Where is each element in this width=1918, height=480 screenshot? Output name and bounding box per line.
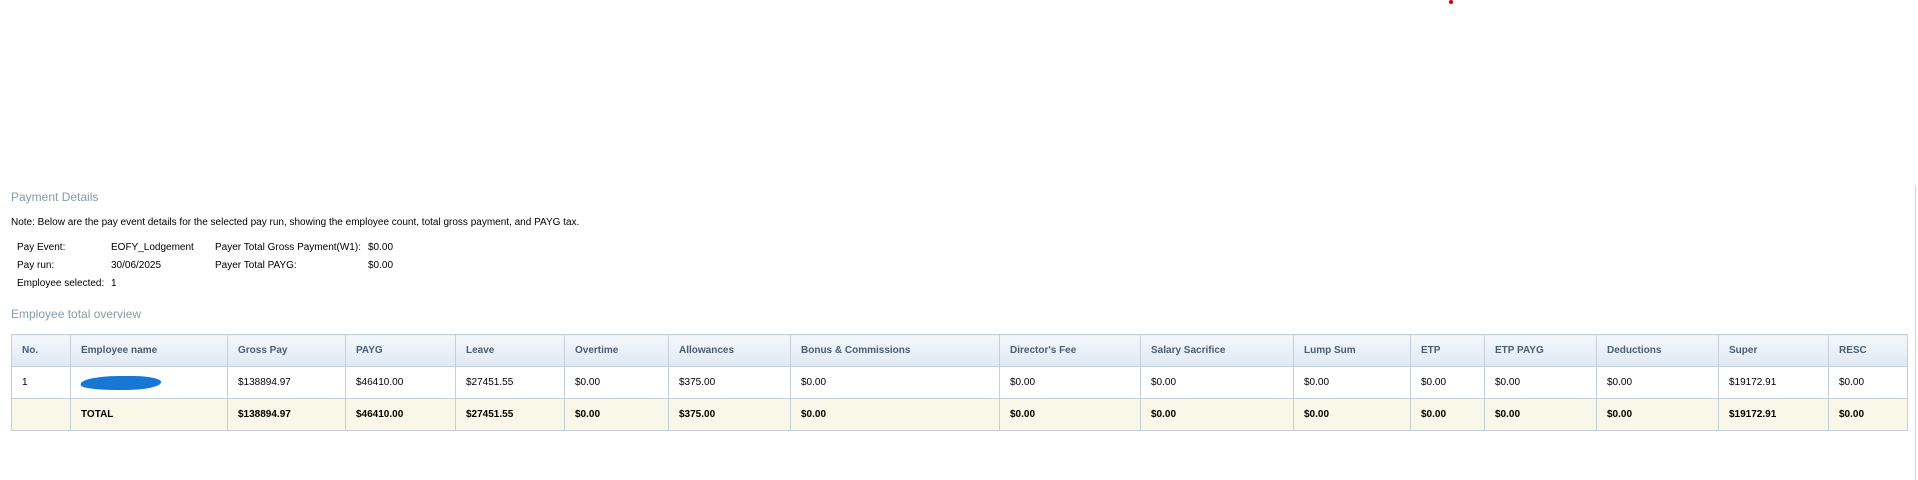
cell-payg: $46410.00 <box>345 366 456 399</box>
total-cell-etp-payg: $0.00 <box>1484 398 1597 431</box>
total-cell-payg: $46410.00 <box>345 398 456 431</box>
column-header-overtime[interactable]: Overtime <box>564 334 669 367</box>
employee-selected-label: Employee selected: <box>17 278 105 289</box>
column-header-payg[interactable]: PAYG <box>345 334 456 367</box>
cell-deductions: $0.00 <box>1596 366 1719 399</box>
total-cell-leave: $27451.55 <box>455 398 565 431</box>
employee-selected-value: 1 <box>111 278 117 289</box>
column-header-bonus-commissions[interactable]: Bonus & Commissions <box>790 334 1000 367</box>
cell-directors-fee: $0.00 <box>999 366 1141 399</box>
total-cell-etp: $0.00 <box>1410 398 1485 431</box>
column-header-deductions[interactable]: Deductions <box>1596 334 1719 367</box>
column-header-salary-sacrifice[interactable]: Salary Sacrifice <box>1140 334 1294 367</box>
total-row: TOTAL $138894.97 $46410.00 $27451.55 $0.… <box>11 398 1908 431</box>
total-cell-bonus-commissions: $0.00 <box>790 398 1000 431</box>
cell-bonus-commissions: $0.00 <box>790 366 1000 399</box>
pay-event-value: EOFY_Lodgement <box>111 242 194 253</box>
column-header-super[interactable]: Super <box>1718 334 1829 367</box>
cell-overtime: $0.00 <box>564 366 669 399</box>
total-cell-no <box>11 398 71 431</box>
total-gross-value: $0.00 <box>368 242 394 253</box>
total-cell-allowances: $375.00 <box>668 398 791 431</box>
total-payg-value: $0.00 <box>368 260 394 271</box>
cell-employee-name[interactable] <box>70 366 228 399</box>
column-header-resc[interactable]: RESC <box>1828 334 1908 367</box>
pay-run-label: Pay run: <box>17 260 55 271</box>
table-header-row: No. Employee name Gross Pay PAYG Leave O… <box>11 334 1908 367</box>
pay-run-value: 30/06/2025 <box>111 260 162 271</box>
column-header-etp[interactable]: ETP <box>1410 334 1485 367</box>
cell-lump-sum: $0.00 <box>1293 366 1411 399</box>
pay-event-label: Pay Event: <box>17 242 66 253</box>
cell-no: 1 <box>11 366 71 399</box>
column-header-lump-sum[interactable]: Lump Sum <box>1293 334 1411 367</box>
total-cell-deductions: $0.00 <box>1596 398 1719 431</box>
cell-etp-payg: $0.00 <box>1484 366 1597 399</box>
column-header-no[interactable]: No. <box>11 334 71 367</box>
total-cell-resc: $0.00 <box>1828 398 1908 431</box>
total-cell-gross-pay: $138894.97 <box>227 398 346 431</box>
employee-overview-table: No. Employee name Gross Pay PAYG Leave O… <box>11 334 1908 431</box>
column-header-gross-pay[interactable]: Gross Pay <box>227 334 346 367</box>
cell-gross-pay: $138894.97 <box>227 366 346 399</box>
cell-allowances: $375.00 <box>668 366 791 399</box>
total-gross-label: Payer Total Gross Payment(W1): <box>215 242 361 253</box>
payment-details-note: Note: Below are the pay event details fo… <box>11 217 580 228</box>
column-header-leave[interactable]: Leave <box>455 334 565 367</box>
redacted-name-mark <box>79 375 163 390</box>
total-payg-label: Payer Total PAYG: <box>215 260 297 271</box>
cell-leave: $27451.55 <box>455 366 565 399</box>
column-header-directors-fee[interactable]: Director's Fee <box>999 334 1141 367</box>
total-cell-salary-sacrifice: $0.00 <box>1140 398 1294 431</box>
cell-resc: $0.00 <box>1828 366 1908 399</box>
table-row[interactable]: 1 $138894.97 $46410.00 $27451.55 $0.00 $… <box>11 366 1908 399</box>
payment-details-title: Payment Details <box>11 190 99 204</box>
column-header-employee-name[interactable]: Employee name <box>70 334 228 367</box>
total-cell-directors-fee: $0.00 <box>999 398 1141 431</box>
cell-super: $19172.91 <box>1718 366 1829 399</box>
column-header-allowances[interactable]: Allowances <box>668 334 791 367</box>
cell-salary-sacrifice: $0.00 <box>1140 366 1294 399</box>
employee-overview-title: Employee total overview <box>11 307 142 321</box>
total-cell-label: TOTAL <box>70 398 228 431</box>
total-cell-overtime: $0.00 <box>564 398 669 431</box>
total-cell-super: $19172.91 <box>1718 398 1829 431</box>
payment-details-panel: Payment Details Note: Below are the pay … <box>0 186 1916 480</box>
cell-etp: $0.00 <box>1410 366 1485 399</box>
column-header-etp-payg[interactable]: ETP PAYG <box>1484 334 1597 367</box>
total-cell-lump-sum: $0.00 <box>1293 398 1411 431</box>
red-dot-marker <box>1449 0 1453 4</box>
